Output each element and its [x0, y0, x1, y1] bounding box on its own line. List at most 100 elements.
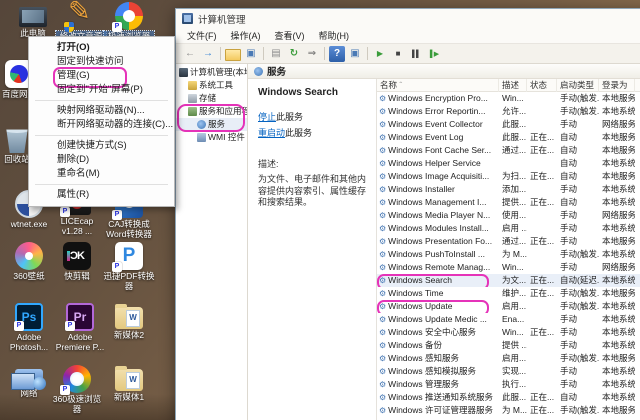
help-icon[interactable]: [329, 45, 345, 62]
desktop-icon-pdf-converter[interactable]: 迅捷PDF转换 器: [100, 242, 158, 291]
service-row[interactable]: ⚙Windows Update启用...手动(触发...本地系统: [377, 300, 640, 313]
service-desc: 提供 ...: [502, 340, 527, 350]
show-tree-icon[interactable]: [225, 48, 241, 61]
service-row[interactable]: ⚙ Windows Image Acquisiti... 为扫... 正在... 自动本…: [377, 170, 640, 183]
service-row[interactable]: ⚙ Windows 安全中心服务 Win... 正在... 手动 本地系统: [377, 326, 640, 339]
desktop-icon-folder-newmedia1[interactable]: 新媒体1: [104, 365, 154, 402]
p-badge-icon: [112, 262, 122, 272]
column-header[interactable]: 名称: [377, 79, 499, 92]
service-row[interactable]: ⚙ Windows 备份 提供 ... 手动 本地系统: [377, 339, 640, 352]
column-header[interactable]: 状态: [527, 79, 557, 92]
desktop-icon-photoshop[interactable]: Adobe Photosh...: [4, 303, 54, 352]
service-row[interactable]: ⚙ Windows Management I... 提供... 正在... 自动 本地系统: [377, 196, 640, 209]
service-row[interactable]: ⚙ Windows Event Collector 此服... 手动 网络服务: [377, 118, 640, 131]
service-row[interactable]: ⚙ Windows Event Log 此服... 正在... 自动 本地服务: [377, 131, 640, 144]
menu-item[interactable]: 属性(R): [29, 188, 174, 202]
stop-icon[interactable]: [390, 46, 406, 62]
storage-icon: [188, 94, 197, 103]
tree-item[interactable]: 系统工具: [176, 79, 247, 92]
restart-service-rest: 此服务: [285, 128, 313, 138]
services-pane-header: 服务: [248, 64, 640, 79]
service-startup-type: 手动(触发...: [560, 353, 599, 363]
service-row[interactable]: ⚙Windows 许可证管理器服务为 M...正在... 手动(触发...本地服务: [377, 404, 640, 417]
menubar-item[interactable]: 查看(V): [268, 28, 312, 43]
stop-service-link[interactable]: 停止: [258, 112, 276, 122]
desktop-icon-folder-newmedia2[interactable]: 新媒体2: [104, 303, 154, 340]
service-name-cell: ⚙ Windows Time: [377, 287, 499, 300]
desktop-icon-network[interactable]: 网络: [4, 365, 54, 398]
tree-item[interactable]: 存储: [176, 92, 247, 105]
restart-icon[interactable]: [426, 46, 442, 62]
service-row[interactable]: ⚙ Windows 管理服务 执行... 手动 本地系统: [377, 378, 640, 391]
service-row[interactable]: ⚙ Windows Installer 添加... 手动 本地系统: [377, 183, 640, 196]
service-desc: 允许...: [502, 106, 527, 116]
column-header[interactable]: 登录为: [599, 79, 635, 92]
service-logon-as: 本地服务: [602, 405, 635, 415]
column-header[interactable]: 启动类型: [557, 79, 599, 92]
service-gear-icon: ⚙: [379, 185, 387, 194]
menu-item[interactable]: 断开网络驱动器的连接(C)...: [29, 118, 174, 132]
desktop-icon-premiere[interactable]: Adobe Premiere P...: [52, 303, 108, 352]
service-row[interactable]: ⚙Windows Encryption Pro...Win...手动(触发...…: [377, 92, 640, 105]
desktop-icon-label: 新媒体2: [113, 330, 145, 340]
service-row[interactable]: ⚙ Windows Presentation Fo... 通过... 正在... 手动本…: [377, 235, 640, 248]
service-name-cell: ⚙ Windows Presentation Fo...: [377, 235, 499, 248]
stop-service-line: 停止此服务: [258, 110, 370, 123]
service-gear-icon: ⚙: [379, 380, 387, 389]
browser-360-icon: [60, 365, 91, 395]
menubar-item[interactable]: 文件(F): [180, 28, 224, 43]
menu-item[interactable]: 删除(D): [29, 153, 174, 167]
title-bar[interactable]: 计算机管理: [176, 9, 640, 28]
start-icon[interactable]: [372, 46, 388, 62]
restart-service-link[interactable]: 重启动: [258, 128, 285, 138]
service-row[interactable]: ⚙Windows PushToInstall ...为 M...手动(触发...…: [377, 248, 640, 261]
menu-item[interactable]: 重命名(M): [29, 167, 174, 181]
service-row[interactable]: ⚙Windows Time维护...正在...手动(触发...本地服务: [377, 287, 640, 300]
menubar-item[interactable]: 操作(A): [224, 28, 268, 43]
forward-icon[interactable]: [200, 46, 216, 62]
service-row[interactable]: ⚙ Windows 推送通知系统服务 此服... 正在... 自动 本地系统: [377, 391, 640, 404]
export-icon[interactable]: [304, 46, 320, 62]
tree-item[interactable]: 服务: [176, 118, 247, 131]
desktop-icon-kuaijianji[interactable]: 快剪辑: [52, 242, 102, 281]
service-row[interactable]: ⚙Windows 感知服务启用...手动(触发...本地服务: [377, 352, 640, 365]
tree-item[interactable]: WMI 控件: [176, 131, 247, 144]
menu-item[interactable]: 固定到"开始"屏幕(P): [29, 83, 174, 97]
p-badge-icon: [60, 207, 70, 217]
doc-icon[interactable]: [268, 46, 284, 62]
service-gear-icon: ⚙: [379, 341, 387, 350]
menubar-item[interactable]: 帮助(H): [312, 28, 357, 43]
menu-item[interactable]: 管理(G): [29, 67, 174, 88]
service-row[interactable]: ⚙Windows Error Reportin...允许...手动(触发...本…: [377, 105, 640, 118]
service-row[interactable]: ⚙ Windows Media Player N... 使用... 手动 网络服务: [377, 209, 640, 222]
restart-service-line: 重启动此服务: [258, 126, 370, 139]
desktop-icon-wallpaper-360[interactable]: 360壁纸: [4, 242, 54, 281]
service-row[interactable]: ⚙ Windows Font Cache Ser... 通过... 正在... 自动 本地…: [377, 144, 640, 157]
service-row[interactable]: ⚙ Windows Helper Service 自动 本地系统: [377, 157, 640, 170]
service-name-cell: ⚙ Windows Search: [377, 274, 499, 287]
console-window-icon[interactable]: [243, 46, 259, 62]
service-name: Windows Search: [388, 275, 452, 285]
desktop-icon-browser-360[interactable]: 360极速浏览 器: [52, 365, 102, 414]
menu-item[interactable]: 映射网络驱动器(N)...: [29, 104, 174, 118]
desktop-icon-this-pc[interactable]: 此电脑: [8, 2, 58, 38]
back-icon[interactable]: [182, 46, 198, 62]
extended-view-icon[interactable]: [347, 46, 363, 62]
column-header[interactable]: 描述: [499, 79, 527, 92]
service-desc: 为 M...: [502, 405, 527, 415]
tree-item[interactable]: 服务和应用程序: [176, 105, 247, 118]
service-row[interactable]: ⚙Windows Search为文...正在...自动(延迟...本地系统: [377, 274, 640, 287]
service-row[interactable]: ⚙ Windows Modules Install... 启用 ... 手动 本地系统: [377, 222, 640, 235]
service-startup-type: 自动: [560, 392, 578, 402]
pause-icon[interactable]: [408, 46, 424, 62]
service-row[interactable]: ⚙ Windows Remote Manag... Win... 手动 网络服务: [377, 261, 640, 274]
refresh-icon[interactable]: [286, 46, 302, 62]
service-startup-type: 手动: [560, 262, 578, 272]
service-row[interactable]: ⚙ Windows 感知模拟服务 实现... 手动 本地系统: [377, 365, 640, 378]
service-name-cell: ⚙ Windows 许可证管理器服务: [377, 404, 499, 417]
tree-item[interactable]: 计算机管理(本地): [176, 66, 247, 79]
service-name: Windows Installer: [388, 184, 455, 194]
menu-item[interactable]: 创建快捷方式(S): [29, 139, 174, 153]
menu-item[interactable]: 打开(O): [29, 41, 174, 55]
service-row[interactable]: ⚙ Windows Update Medic ... Ena... 手动 本地系统: [377, 313, 640, 326]
